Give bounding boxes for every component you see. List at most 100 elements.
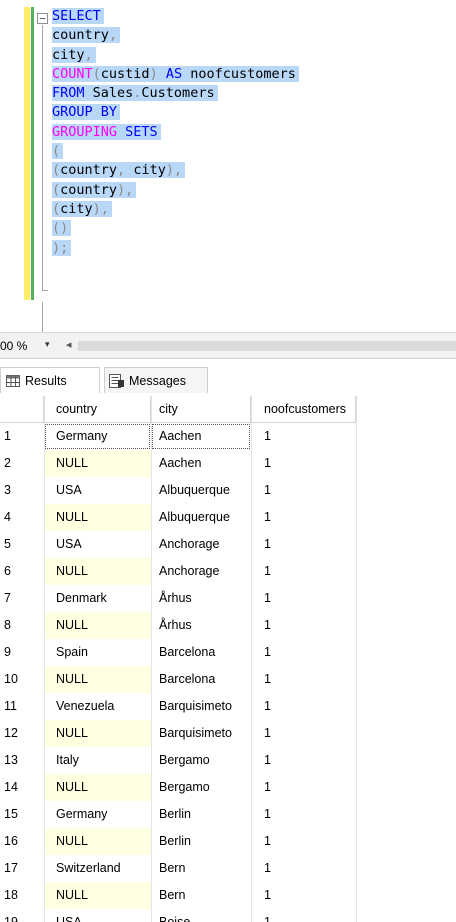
table-row[interactable]: 7 Denmark Århus 1 — [0, 585, 456, 612]
cell-noofcustomers[interactable]: 1 — [251, 774, 356, 801]
cell-noofcustomers[interactable]: 1 — [251, 504, 356, 531]
cell-city[interactable]: Berlin — [151, 828, 251, 855]
cell-country[interactable]: NULL — [44, 450, 151, 477]
row-number[interactable]: 16 — [0, 828, 44, 855]
table-row[interactable]: 18 NULL Bern 1 — [0, 882, 456, 909]
column-header-city[interactable]: city — [151, 396, 251, 423]
cell-city[interactable]: Aachen — [151, 450, 251, 477]
table-row[interactable]: 2 NULL Aachen 1 — [0, 450, 456, 477]
code-line[interactable]: GROUP BY — [52, 103, 299, 122]
cell-city[interactable]: Anchorage — [151, 531, 251, 558]
row-number[interactable]: 17 — [0, 855, 44, 882]
column-header-noofcustomers[interactable]: noofcustomers — [251, 396, 356, 423]
cell-country[interactable]: NULL — [44, 666, 151, 693]
cell-noofcustomers[interactable]: 1 — [251, 747, 356, 774]
cell-noofcustomers[interactable]: 1 — [251, 882, 356, 909]
cell-city[interactable]: Albuquerque — [151, 504, 251, 531]
row-number[interactable]: 7 — [0, 585, 44, 612]
table-row[interactable]: 4 NULL Albuquerque 1 — [0, 504, 456, 531]
table-row[interactable]: 15 Germany Berlin 1 — [0, 801, 456, 828]
row-number[interactable]: 6 — [0, 558, 44, 585]
zoom-dropdown-icon[interactable]: ▾ — [45, 339, 50, 350]
cell-noofcustomers[interactable]: 1 — [251, 720, 356, 747]
row-number[interactable]: 11 — [0, 693, 44, 720]
cell-city[interactable]: Anchorage — [151, 558, 251, 585]
code-line[interactable]: country, — [52, 26, 299, 45]
tab-results[interactable]: Results — [0, 367, 100, 393]
cell-city[interactable]: Boise — [151, 909, 251, 922]
cell-country[interactable]: USA — [44, 531, 151, 558]
cell-city[interactable]: Bern — [151, 882, 251, 909]
row-number[interactable]: 14 — [0, 774, 44, 801]
code-line[interactable]: ); — [52, 239, 299, 258]
row-number[interactable]: 13 — [0, 747, 44, 774]
scroll-left-icon[interactable]: ◂ — [66, 338, 72, 351]
table-row[interactable]: 12 NULL Barquisimeto 1 — [0, 720, 456, 747]
cell-country[interactable]: NULL — [44, 828, 151, 855]
cell-country[interactable]: Denmark — [44, 585, 151, 612]
table-row[interactable]: 6 NULL Anchorage 1 — [0, 558, 456, 585]
cell-city[interactable]: Bern — [151, 855, 251, 882]
table-row[interactable]: 3 USA Albuquerque 1 — [0, 477, 456, 504]
row-number[interactable]: 18 — [0, 882, 44, 909]
row-number[interactable]: 4 — [0, 504, 44, 531]
cell-noofcustomers[interactable]: 1 — [251, 666, 356, 693]
cell-city[interactable]: Barcelona — [151, 666, 251, 693]
cell-country[interactable]: NULL — [44, 612, 151, 639]
cell-noofcustomers[interactable]: 1 — [251, 477, 356, 504]
cell-city[interactable]: Barquisimeto — [151, 720, 251, 747]
cell-country[interactable]: NULL — [44, 558, 151, 585]
cell-noofcustomers[interactable]: 1 — [251, 801, 356, 828]
table-row[interactable]: 16 NULL Berlin 1 — [0, 828, 456, 855]
code-line[interactable]: ( — [52, 142, 299, 161]
cell-city[interactable]: Albuquerque — [151, 477, 251, 504]
cell-city[interactable]: Århus — [151, 612, 251, 639]
table-row[interactable]: 5 USA Anchorage 1 — [0, 531, 456, 558]
cell-country[interactable]: Spain — [44, 639, 151, 666]
cell-city[interactable]: Århus — [151, 585, 251, 612]
cell-noofcustomers[interactable]: 1 — [251, 855, 356, 882]
table-row[interactable]: 13 Italy Bergamo 1 — [0, 747, 456, 774]
code-line[interactable]: () — [52, 219, 299, 238]
row-number[interactable]: 19 — [0, 909, 44, 922]
cell-country[interactable]: NULL — [44, 882, 151, 909]
code-line[interactable]: (city), — [52, 200, 299, 219]
code-line[interactable]: city, — [52, 46, 299, 65]
table-row[interactable]: 11 Venezuela Barquisimeto 1 — [0, 693, 456, 720]
table-row[interactable]: 19 USA Boise 1 — [0, 909, 456, 922]
sql-editor[interactable]: − SELECT country, city, COUNT(custid) AS no… — [0, 0, 456, 332]
column-header-country[interactable]: country — [44, 396, 151, 423]
cell-country[interactable]: USA — [44, 909, 151, 922]
cell-country[interactable]: Italy — [44, 747, 151, 774]
table-row[interactable]: 9 Spain Barcelona 1 — [0, 639, 456, 666]
cell-noofcustomers[interactable]: 1 — [251, 828, 356, 855]
cell-noofcustomers[interactable]: 1 — [251, 450, 356, 477]
cell-noofcustomers[interactable]: 1 — [251, 639, 356, 666]
row-number[interactable]: 9 — [0, 639, 44, 666]
row-number[interactable]: 3 — [0, 477, 44, 504]
table-row[interactable]: 10 NULL Barcelona 1 — [0, 666, 456, 693]
cell-city[interactable]: Bergamo — [151, 774, 251, 801]
cell-country[interactable]: NULL — [44, 504, 151, 531]
cell-country[interactable]: Venezuela — [44, 693, 151, 720]
tab-messages[interactable]: Messages — [104, 367, 208, 393]
cell-noofcustomers[interactable]: 1 — [251, 693, 356, 720]
row-number[interactable]: 1 — [0, 423, 44, 450]
cell-country[interactable]: Germany — [44, 801, 151, 828]
row-number[interactable]: 15 — [0, 801, 44, 828]
row-number-header[interactable] — [0, 396, 44, 423]
code-line[interactable]: (country), — [52, 181, 299, 200]
table-row[interactable]: 8 NULL Århus 1 — [0, 612, 456, 639]
cell-city[interactable]: Barquisimeto — [151, 693, 251, 720]
table-row[interactable]: 14 NULL Bergamo 1 — [0, 774, 456, 801]
code-line[interactable]: SELECT — [52, 7, 299, 26]
collapse-icon[interactable]: − — [37, 13, 48, 24]
table-row[interactable]: 1 Germany Aachen 1 — [0, 423, 456, 450]
code-area[interactable]: SELECT country, city, COUNT(custid) AS noof… — [52, 7, 299, 258]
cell-city[interactable]: Bergamo — [151, 747, 251, 774]
row-number[interactable]: 12 — [0, 720, 44, 747]
cell-country[interactable]: USA — [44, 477, 151, 504]
cell-country[interactable]: Germany — [44, 423, 151, 450]
cell-city[interactable]: Barcelona — [151, 639, 251, 666]
horizontal-scrollbar[interactable] — [78, 341, 456, 351]
